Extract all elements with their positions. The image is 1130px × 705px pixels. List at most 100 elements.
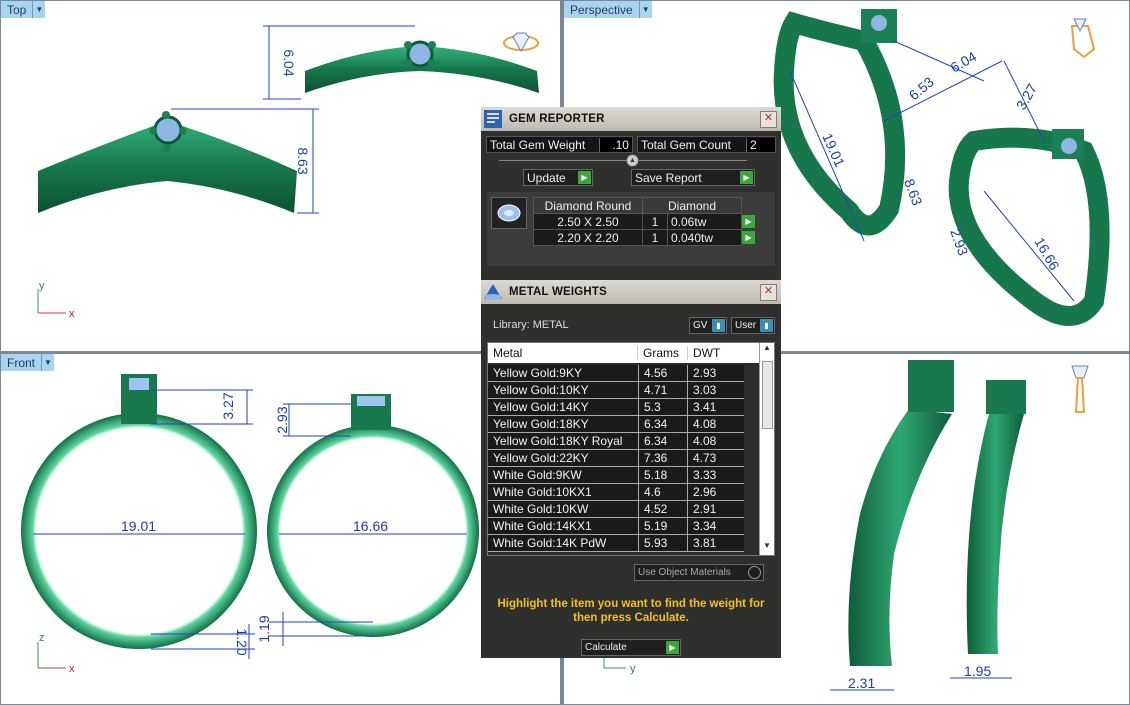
close-icon[interactable]: ✕ xyxy=(760,110,777,128)
scrollbar[interactable]: ▲ ▼ xyxy=(759,343,774,555)
viewport-tab-top[interactable]: Top ▼ xyxy=(1,1,46,18)
gv-button[interactable]: GV ▮ xyxy=(689,316,727,334)
metal-name: White Gold:10KX1 xyxy=(488,483,639,501)
metal-row[interactable]: Yellow Gold:18KY Royal 6.34 4.08 xyxy=(488,432,744,450)
ring-band-small xyxy=(948,127,1110,326)
metal-grams: 4.52 xyxy=(638,500,688,518)
metal-row[interactable]: Yellow Gold:18KY 6.34 4.08 xyxy=(488,415,744,433)
gem-row-go[interactable]: ▶ xyxy=(742,214,757,230)
metal-name: White Gold:14K PdW xyxy=(488,534,639,552)
gem-weight: 0.06tw xyxy=(667,213,742,230)
viewport-tab-perspective[interactable]: Perspective ▼ xyxy=(564,1,652,18)
metal-row[interactable]: Yellow Gold:22KY 7.36 4.73 xyxy=(488,449,744,467)
metal-dwt: 4.73 xyxy=(687,449,744,467)
collapse-arrow-icon[interactable]: ▲ xyxy=(626,154,639,167)
column-header-dwt[interactable]: DWT xyxy=(688,346,720,360)
library-label: Library: METAL xyxy=(493,319,569,331)
metal-dwt: 2.96 xyxy=(687,483,744,501)
metal-dwt: 3.41 xyxy=(687,398,744,416)
use-object-materials-toggle[interactable]: Use Object Materials xyxy=(634,564,764,581)
prong xyxy=(428,41,436,49)
gem-size: 2.20 X 2.20 xyxy=(533,229,643,246)
gem xyxy=(871,15,887,31)
metal-weights-icon xyxy=(481,280,505,304)
metal-grams: 7.36 xyxy=(638,449,688,467)
metal-row[interactable]: Yellow Gold:9KY 4.56 2.93 xyxy=(488,365,744,382)
total-gem-weight-value: .10 xyxy=(598,137,632,152)
gem xyxy=(153,115,183,145)
ring-band-large xyxy=(773,11,906,236)
prong xyxy=(163,144,171,152)
metal-row[interactable]: White Gold:14KX1 5.19 3.34 xyxy=(488,517,744,535)
metal-grams: 5.18 xyxy=(638,466,688,484)
play-arrow-icon: ▶ xyxy=(742,215,755,228)
total-gem-weight-label: Total Gem Weight xyxy=(490,137,586,152)
viewport-tab-front[interactable]: Front ▼ xyxy=(1,354,55,371)
dim-label: 2.93 xyxy=(274,406,290,433)
front-view-scene: 19.01 16.66 3.27 2.93 1.20 1.19 z x xyxy=(21,374,479,675)
gem xyxy=(129,378,149,390)
dim-label: 1.20 xyxy=(234,628,250,655)
metal-dwt: 2.93 xyxy=(687,365,744,382)
dim-label: 1.95 xyxy=(964,663,991,679)
gem-row[interactable]: 2.20 X 2.20 1 0.040tw ▶ xyxy=(533,229,757,246)
metal-row[interactable]: Yellow Gold:10KY 4.71 3.03 xyxy=(488,381,744,399)
viewport-top[interactable]: Top ▼ 6.04 8.63 y x xyxy=(0,0,561,352)
user-button[interactable]: User ▮ xyxy=(731,316,775,334)
metal-list[interactable]: Metal Grams DWT Yellow Gold:9KY 4.56 2.93 Y… xyxy=(487,342,775,556)
top-view-scene: 6.04 8.63 y x xyxy=(37,25,539,320)
calculate-hint: Highlight the item you want to find the … xyxy=(497,598,765,624)
prong xyxy=(149,127,157,135)
scrollbar-thumb[interactable] xyxy=(762,361,773,429)
calculate-button[interactable]: Calculate ▶ xyxy=(581,639,681,656)
gem-reporter-titlebar[interactable]: GEM REPORTER ✕ xyxy=(481,107,781,131)
metal-grams: 5.19 xyxy=(638,517,688,535)
metal-row[interactable]: White Gold:9KW 5.18 3.33 xyxy=(488,466,744,484)
gem-row-go[interactable]: ▶ xyxy=(742,230,757,246)
viewport-label: Front xyxy=(1,354,42,371)
orientation-ring-icon xyxy=(503,32,539,53)
update-button[interactable]: Update ▶ xyxy=(523,169,593,186)
dim-label: 1.19 xyxy=(256,615,272,642)
dim-label: 16.66 xyxy=(353,518,388,534)
column-header-metal[interactable]: Metal xyxy=(488,346,638,360)
save-report-button[interactable]: Save Report ▶ xyxy=(631,169,755,186)
gem-weight-value: 0.06tw xyxy=(671,214,707,229)
viewport-front[interactable]: Front ▼ 19.01 16.66 3.27 2.93 1.20 1.19 … xyxy=(0,353,561,705)
chevron-down-icon[interactable]: ▼ xyxy=(32,1,46,18)
metal-weights-titlebar[interactable]: METAL WEIGHTS ✕ xyxy=(481,280,781,304)
calculate-button-label: Calculate xyxy=(585,642,627,653)
column-header-grams[interactable]: Grams xyxy=(638,346,688,360)
gem-count: 1 xyxy=(642,229,668,246)
scroll-up-icon[interactable]: ▲ xyxy=(760,343,774,357)
diamond-round-icon xyxy=(491,197,527,229)
chevron-down-icon[interactable]: ▼ xyxy=(638,1,652,18)
chevron-down-icon[interactable]: ▼ xyxy=(41,354,55,371)
metal-row[interactable]: Yellow Gold:14KY 5.3 3.41 xyxy=(488,398,744,416)
play-arrow-icon: ▶ xyxy=(740,171,753,184)
orientation-ring-icon xyxy=(1070,18,1096,59)
metal-name: Yellow Gold:9KY xyxy=(488,365,639,382)
metal-grams: 5.93 xyxy=(638,534,688,552)
gem-row[interactable]: 2.50 X 2.50 1 0.06tw ▶ xyxy=(533,213,757,230)
dim-label: 3.27 xyxy=(1013,81,1041,113)
gem-table: Diamond Round Diamond 2.50 X 2.50 1 0.06… xyxy=(533,197,757,246)
close-icon[interactable]: ✕ xyxy=(760,283,777,301)
metal-dwt: 3.34 xyxy=(687,517,744,535)
prong-head xyxy=(908,360,954,412)
gem-weight-value: 0.040tw xyxy=(671,230,714,245)
play-arrow-icon: ▶ xyxy=(742,231,755,244)
total-gem-count-value: 2 xyxy=(746,137,775,152)
metal-row[interactable]: White Gold:10KW 4.52 2.91 xyxy=(488,500,744,518)
metal-row[interactable]: White Gold:14K PdW 5.93 3.81 xyxy=(488,534,744,552)
metal-name: Yellow Gold:22KY xyxy=(488,449,639,467)
scroll-down-icon[interactable]: ▼ xyxy=(760,541,774,555)
axis-label: z xyxy=(39,632,45,644)
play-arrow-icon: ▶ xyxy=(666,641,679,654)
metal-name: White Gold:14KX1 xyxy=(488,517,639,535)
metal-dwt: 3.03 xyxy=(687,381,744,399)
panel-splitter[interactable]: ▲ xyxy=(481,153,781,167)
prong xyxy=(428,59,436,67)
dim-label: 8.63 xyxy=(901,177,925,208)
metal-row[interactable]: White Gold:10KX1 4.6 2.96 xyxy=(488,483,744,501)
